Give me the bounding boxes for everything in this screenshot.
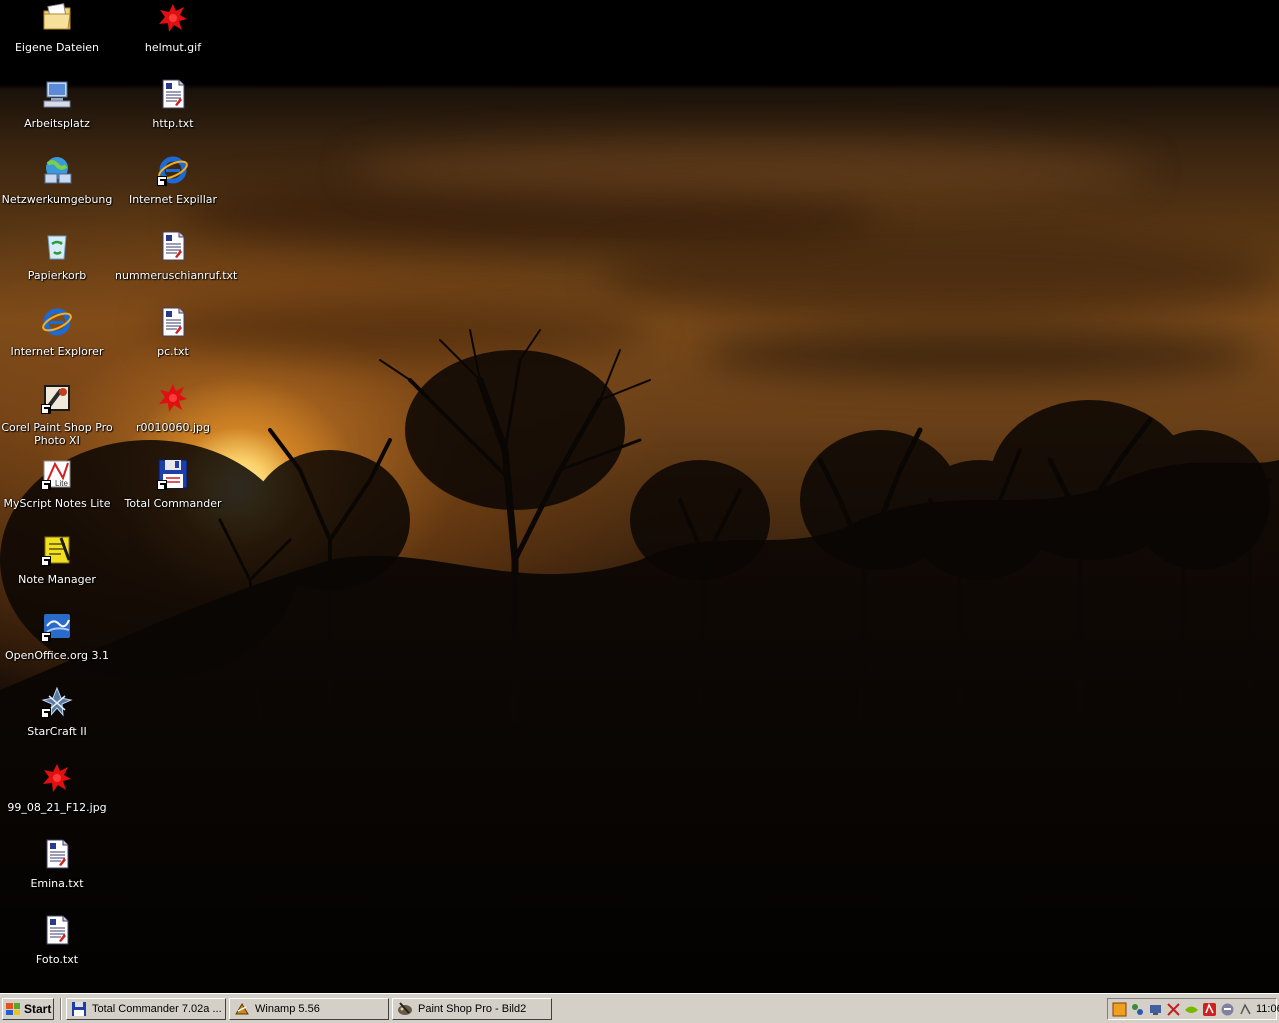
image-file-icon: [41, 762, 73, 794]
desktop-icon[interactable]: 99_08_21_F12.jpg: [0, 760, 115, 834]
desktop-icon[interactable]: Note Manager: [0, 532, 115, 606]
system-tray: 11:06: [1107, 998, 1279, 1020]
shortcut-arrow-icon: [41, 708, 51, 718]
desktop-icon-label: Note Manager: [18, 573, 96, 586]
desktop-icon[interactable]: Netzwerkumgebung: [0, 152, 115, 226]
winamp-icon: [234, 1001, 250, 1017]
total-commander-icon: [157, 458, 189, 490]
desktop-icon-label: Netzwerkumgebung: [1, 193, 113, 206]
task-label: Paint Shop Pro - Bild2: [418, 1003, 527, 1015]
shortcut-arrow-icon: [41, 480, 51, 490]
desktop-icon-label: http.txt: [152, 117, 194, 130]
starcraft-icon: [41, 686, 73, 718]
tray-icon-7[interactable]: [1220, 1002, 1235, 1017]
floppy-disk-icon: [71, 1001, 87, 1017]
desktop-icon[interactable]: Lite MyScript Notes Lite: [0, 456, 115, 530]
task-paint-shop-pro[interactable]: Paint Shop Pro - Bild2: [392, 998, 552, 1020]
tray-icon-2[interactable]: [1130, 1002, 1145, 1017]
text-file-icon: [157, 78, 189, 110]
my-computer-icon: [41, 78, 73, 110]
desktop-icon[interactable]: Total Commander: [115, 456, 231, 530]
desktop-icon-label: Internet Expillar: [128, 193, 218, 206]
paint-shop-pro-icon: [41, 382, 73, 414]
text-file-icon: [41, 838, 73, 870]
desktop-icon[interactable]: Internet Expillar: [115, 152, 231, 226]
desktop-icon-label: 99_08_21_F12.jpg: [7, 801, 107, 814]
task-winamp[interactable]: Winamp 5.56: [229, 998, 389, 1020]
myscript-notes-icon: Lite: [41, 458, 73, 490]
shortcut-arrow-icon: [41, 632, 51, 642]
openoffice-icon: [41, 610, 73, 642]
internet-explorer-icon: [41, 306, 73, 338]
image-file-icon: [157, 2, 189, 34]
desktop-icon[interactable]: r0010060.jpg: [115, 380, 231, 454]
text-file-icon: [157, 306, 189, 338]
note-manager-icon: [41, 534, 73, 566]
task-label: Total Commander 7.02a ...: [92, 1003, 222, 1015]
desktop-icon[interactable]: OpenOffice.org 3.1: [0, 608, 115, 682]
desktop-icon[interactable]: helmut.gif: [115, 0, 231, 74]
tray-icon-4[interactable]: [1166, 1002, 1181, 1017]
tray-icon-5[interactable]: [1184, 1002, 1199, 1017]
desktop-icon-label: Arbeitsplatz: [24, 117, 90, 130]
desktop-icon-label: r0010060.jpg: [135, 421, 211, 434]
tray-icon-6[interactable]: [1202, 1002, 1217, 1017]
desktop-icon[interactable]: Emina.txt: [0, 836, 115, 910]
task-total-commander[interactable]: Total Commander 7.02a ...: [66, 998, 226, 1020]
desktop-icon[interactable]: Internet Explorer: [0, 304, 115, 378]
shortcut-arrow-icon: [41, 556, 51, 566]
desktop-icon[interactable]: Corel Paint Shop Pro Photo XI: [0, 380, 115, 454]
desktop-icon-label: MyScript Notes Lite: [3, 497, 111, 510]
desktop-icon-label: Foto.txt: [35, 953, 79, 966]
desktop-icon-label: Total Commander: [124, 497, 222, 510]
tray-icon-1[interactable]: [1112, 1002, 1127, 1017]
taskbar-separator: [60, 998, 62, 1020]
clock[interactable]: 11:06: [1256, 1003, 1279, 1015]
image-file-icon: [157, 382, 189, 414]
desktop-icon-label: Eigene Dateien: [14, 41, 100, 54]
desktop-icon[interactable]: http.txt: [115, 76, 231, 150]
desktop-icon-label: Papierkorb: [27, 269, 87, 282]
shortcut-arrow-icon: [41, 404, 51, 414]
tray-icon-3[interactable]: [1148, 1002, 1163, 1017]
desktop-icon[interactable]: nummeruschianruf.txt: [115, 228, 238, 302]
desktop-icon-label: pc.txt: [157, 345, 189, 358]
paint-shop-pro-icon: [397, 1001, 413, 1017]
desktop-icon[interactable]: Arbeitsplatz: [0, 76, 115, 150]
folder-documents-icon: [41, 2, 73, 34]
windows-logo-icon: [6, 1003, 20, 1015]
desktop-icon[interactable]: Eigene Dateien: [0, 0, 115, 74]
desktop-icon[interactable]: Papierkorb: [0, 228, 115, 302]
desktop-icon-label: nummeruschianruf.txt: [115, 269, 238, 282]
desktop-icon-label: OpenOffice.org 3.1: [4, 649, 110, 662]
desktop-icon[interactable]: pc.txt: [115, 304, 231, 378]
desktop-icon-label: StarCraft II: [27, 725, 87, 738]
task-label: Winamp 5.56: [255, 1003, 320, 1015]
text-file-icon: [157, 230, 189, 262]
shortcut-arrow-icon: [157, 480, 167, 490]
text-file-icon: [41, 914, 73, 946]
desktop-icon-label: Internet Explorer: [10, 345, 104, 358]
start-button[interactable]: Start: [2, 998, 54, 1020]
network-places-icon: [41, 154, 73, 186]
recycle-bin-icon: [41, 230, 73, 262]
taskbar: Start Total Commander 7.02a ... Winamp 5…: [0, 993, 1279, 1023]
desktop-icon-label: Emina.txt: [30, 877, 84, 890]
start-label: Start: [24, 1002, 52, 1016]
desktop-icon[interactable]: StarCraft II: [0, 684, 115, 758]
desktop-icon[interactable]: Foto.txt: [0, 912, 115, 986]
internet-explorer-icon: [157, 154, 189, 186]
desktop-icon-label: helmut.gif: [144, 41, 202, 54]
shortcut-arrow-icon: [157, 176, 167, 186]
svg-text:Lite: Lite: [55, 479, 68, 488]
tray-icon-8[interactable]: [1238, 1002, 1253, 1017]
desktop-icon-label: Corel Paint Shop Pro Photo XI: [1, 421, 113, 447]
